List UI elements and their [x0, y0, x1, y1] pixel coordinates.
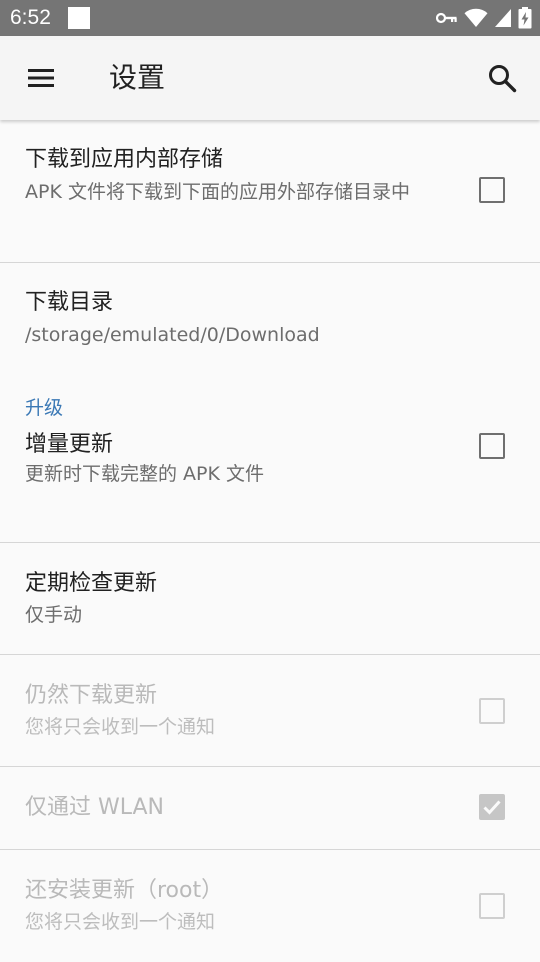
pref-download-dir[interactable]: 下载目录 /storage/emulated/0/Download: [0, 263, 540, 374]
settings-list: 下载到应用内部存储 APK 文件将下载到下面的应用外部存储目录中 下载目录 /s…: [0, 120, 540, 962]
pref-incremental-update[interactable]: 增量更新 更新时下载完整的 APK 文件: [0, 430, 540, 543]
pref-wlan-only[interactable]: 仅通过 WLAN: [0, 767, 540, 850]
install-root-checkbox[interactable]: [479, 893, 505, 919]
pref-title: 下载目录: [25, 290, 114, 315]
pref-still-download[interactable]: 仍然下载更新 您将只会收到一个通知: [0, 655, 540, 767]
pref-title: 仍然下载更新: [25, 683, 158, 708]
pref-internal-storage[interactable]: 下载到应用内部存储 APK 文件将下载到下面的应用外部存储目录中: [0, 120, 540, 263]
notification-icon: [68, 7, 90, 29]
incremental-update-checkbox[interactable]: [479, 433, 505, 459]
app-bar: 设置: [0, 36, 540, 120]
hamburger-menu-icon[interactable]: [26, 66, 58, 90]
status-time: 6:52: [10, 6, 51, 29]
pref-periodic-check[interactable]: 定期检查更新 仅手动: [0, 543, 540, 655]
pref-summary: /storage/emulated/0/Download: [25, 324, 320, 346]
vpn-key-icon: [436, 12, 457, 24]
pref-summary: 您将只会收到一个通知: [25, 716, 216, 738]
still-download-checkbox[interactable]: [479, 698, 505, 724]
status-bar: 6:52: [0, 0, 540, 36]
page-title: 设置: [109, 61, 166, 94]
pref-summary: 仅手动: [25, 604, 83, 626]
internal-storage-checkbox[interactable]: [479, 177, 505, 203]
category-title: 升级: [25, 397, 64, 419]
cell-signal-icon: [495, 9, 511, 27]
status-icons: [436, 6, 532, 30]
pref-title: 仅通过 WLAN: [25, 795, 165, 820]
wifi-icon: [464, 8, 488, 27]
pref-title: 定期检查更新: [25, 571, 158, 596]
category-upgrade: 升级: [0, 374, 540, 430]
pref-title: 还安装更新（root）: [25, 878, 224, 903]
battery-charging-icon: [518, 7, 532, 29]
pref-title: 下载到应用内部存储: [25, 147, 224, 172]
pref-summary: APK 文件将下载到下面的应用外部存储目录中: [25, 181, 410, 203]
pref-summary: 您将只会收到一个通知: [25, 911, 216, 933]
search-icon[interactable]: [486, 62, 520, 96]
pref-summary: 更新时下载完整的 APK 文件: [25, 463, 264, 485]
wlan-only-checkbox[interactable]: [479, 794, 505, 820]
pref-install-root[interactable]: 还安装更新（root） 您将只会收到一个通知: [0, 850, 540, 962]
checkmark-icon: [483, 800, 501, 815]
pref-title: 增量更新: [25, 432, 114, 457]
